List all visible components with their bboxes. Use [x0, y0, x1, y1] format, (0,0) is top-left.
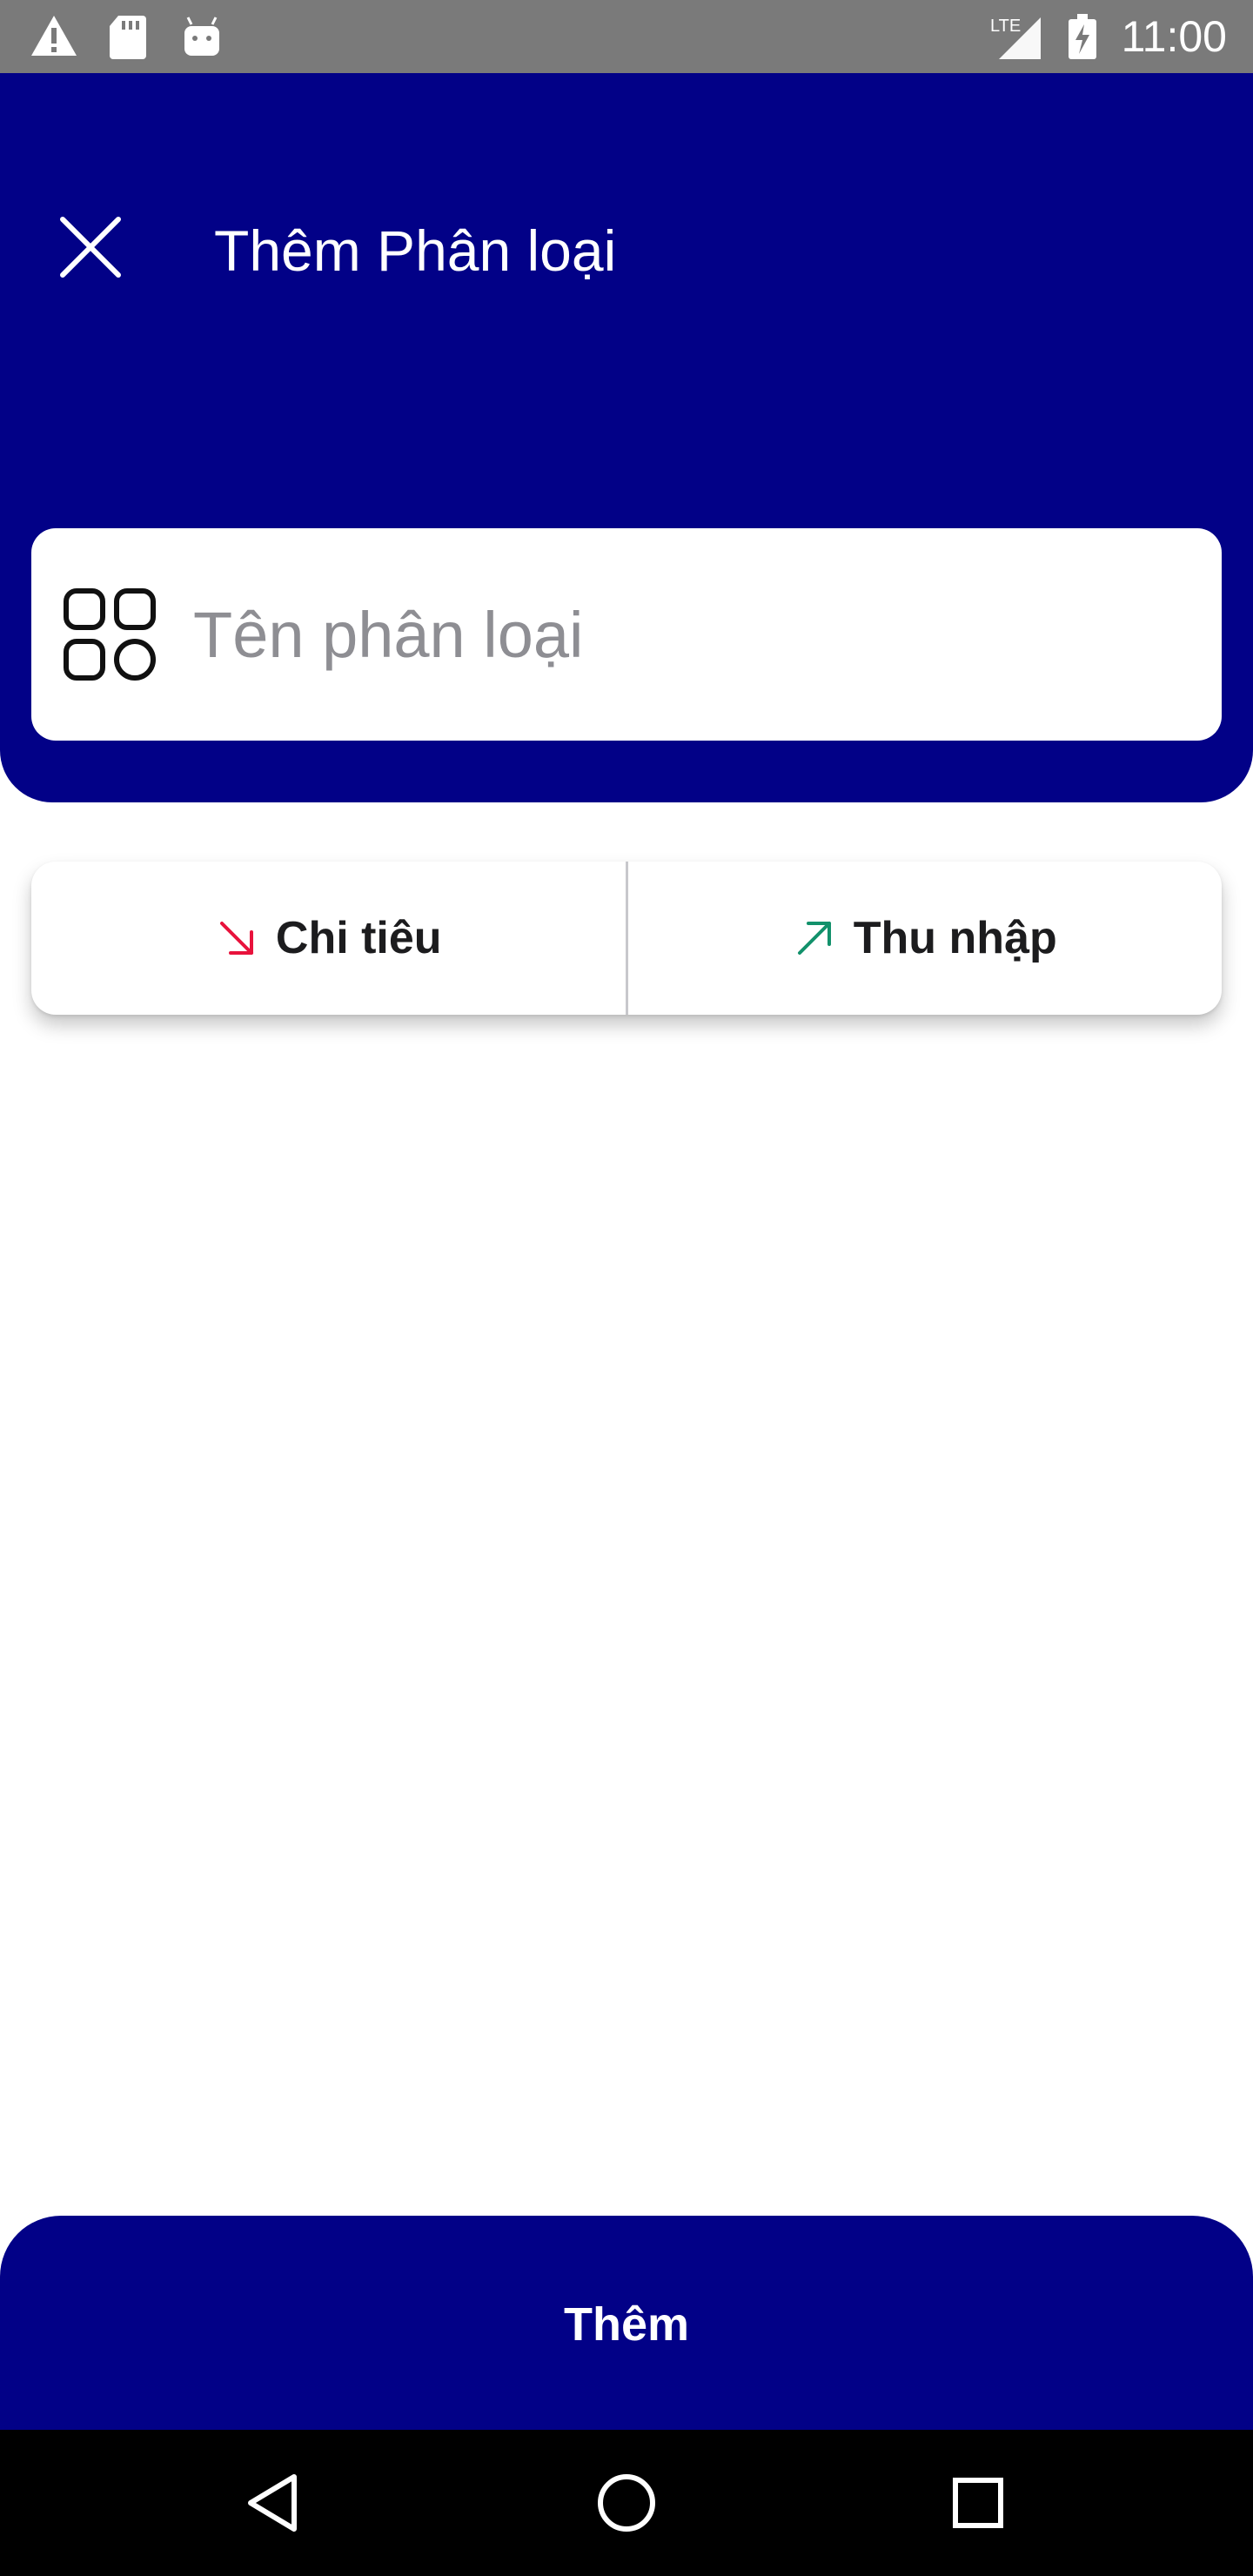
status-bar: LTE 11:00 [0, 0, 1253, 73]
system-nav-bar [0, 2430, 1253, 2576]
warning-icon [31, 16, 77, 56]
home-icon[interactable] [583, 2459, 670, 2546]
toggle-income-label: Thu nhập [853, 913, 1057, 963]
recents-icon[interactable] [935, 2459, 1022, 2546]
back-icon[interactable] [231, 2459, 318, 2546]
page-title: Thêm Phân loại [214, 218, 617, 283]
arrow-down-right-icon [219, 922, 253, 955]
android-icon [184, 17, 219, 56]
battery-charging-icon [1069, 14, 1096, 59]
close-icon[interactable] [47, 204, 134, 291]
toggle-expense-label: Chi tiêu [275, 913, 442, 963]
arrow-up-right-icon [797, 922, 831, 955]
header: Thêm Phân loại [0, 73, 1253, 802]
lte-label: LTE [990, 17, 1021, 36]
toggle-income[interactable]: Thu nhập [628, 862, 1223, 1015]
status-time: 11:00 [1121, 12, 1227, 61]
lte-signal-icon: LTE [990, 17, 1041, 59]
toggle-expense[interactable]: Chi tiêu [31, 862, 626, 1015]
add-button-label: Thêm [563, 2298, 690, 2351]
type-toggle: Chi tiêu Thu nhập [31, 862, 1222, 1015]
sd-card-icon [110, 16, 146, 59]
category-name-input[interactable] [193, 574, 1185, 695]
category-grid-icon [64, 588, 156, 681]
screen: LTE 11:00 Thêm Phân loại Tên phân loại C… [0, 0, 1253, 2576]
category-name-card [31, 528, 1222, 741]
add-button[interactable]: Thêm [0, 2216, 1253, 2433]
